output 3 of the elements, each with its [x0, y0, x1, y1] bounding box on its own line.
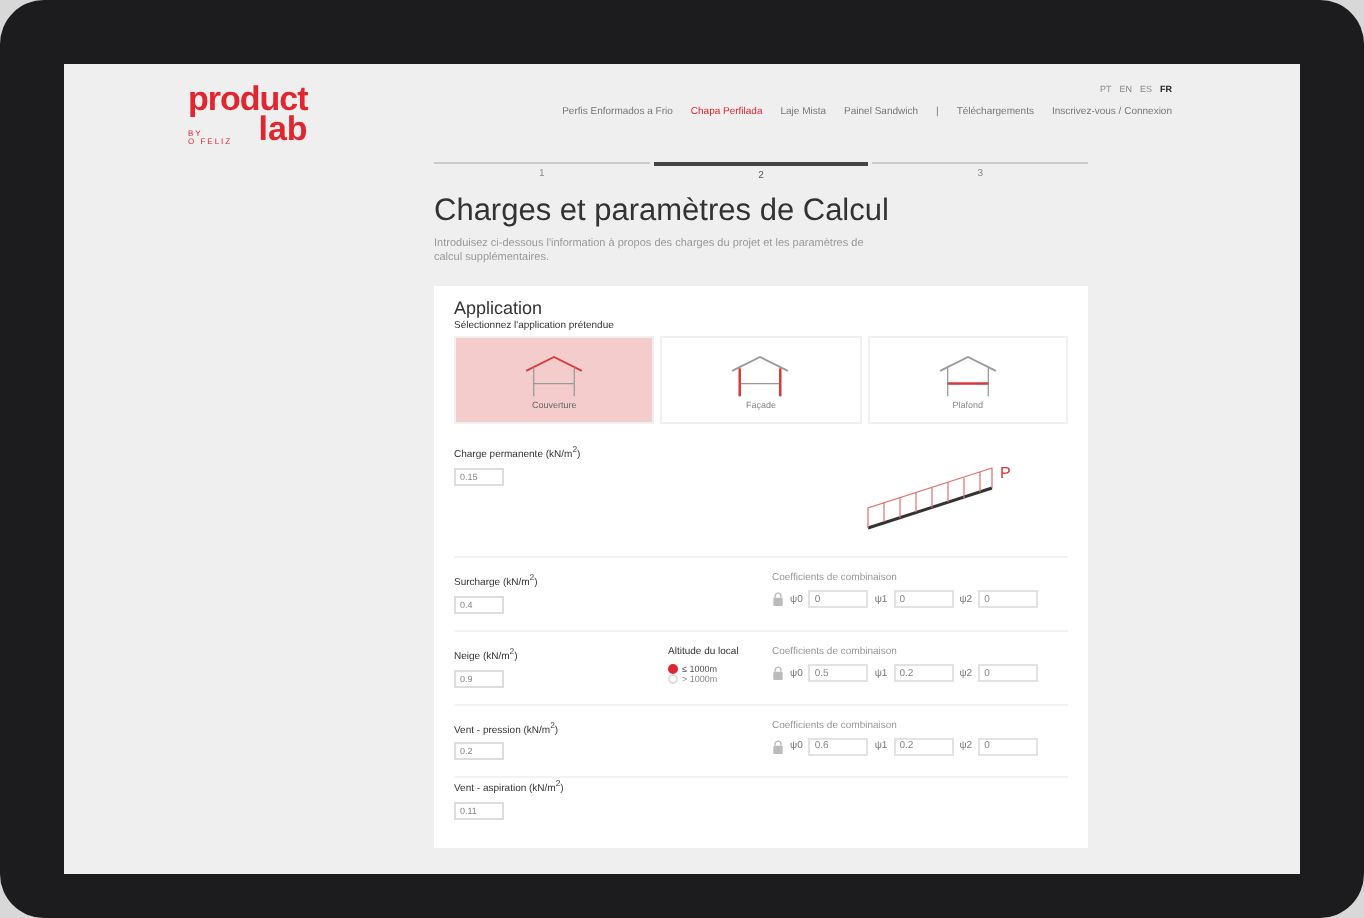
- page-title: Charges et paramètres de Calcul: [434, 193, 891, 230]
- section-heading: Application: [454, 298, 545, 319]
- load-diagram-drawing: P: [860, 460, 1020, 541]
